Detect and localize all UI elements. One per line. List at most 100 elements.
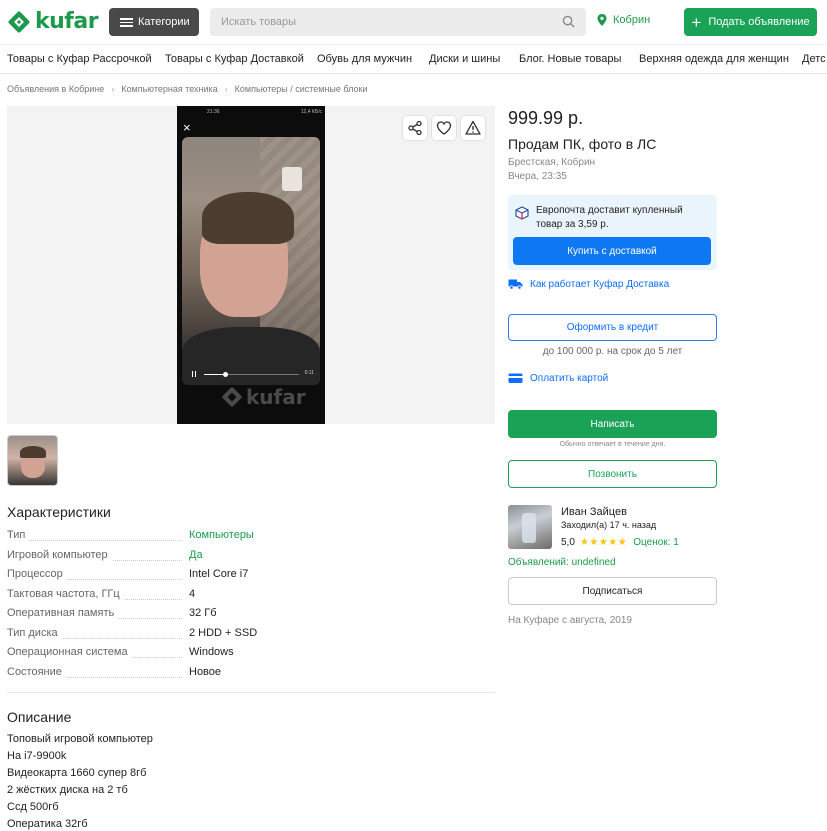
buy-with-delivery-button[interactable]: Купить с доставкой	[513, 237, 711, 265]
spec-value: 32 Гб	[189, 607, 217, 619]
menu-icon	[120, 17, 133, 27]
search-placeholder: Искать товары	[221, 16, 297, 28]
description-line: Топовый игровой компьютер	[7, 733, 153, 745]
description-line: Ссд 500гб	[7, 801, 59, 813]
star-icons: ★★★★★	[579, 537, 628, 548]
spec-value[interactable]: Компьютеры	[189, 529, 254, 541]
delivery-box: Европочта доставит купленный товар за 3,…	[508, 195, 717, 270]
search-icon[interactable]	[562, 15, 575, 28]
photo-thumbnail[interactable]	[7, 435, 58, 486]
header: kufar Категории Искать товары Кобрин + П…	[0, 0, 827, 44]
spec-value: Windows	[189, 646, 234, 658]
spec-row: Тип Компьютеры	[7, 527, 307, 547]
spec-value[interactable]: Да	[189, 549, 203, 561]
seller-name[interactable]: Иван Зайцев	[561, 506, 627, 518]
spec-name: Оперативная память	[7, 607, 119, 619]
search-input[interactable]: Искать товары	[210, 8, 586, 36]
seller-since: На Куфаре с августа, 2019	[508, 615, 632, 626]
spec-row: Игровой компьютер Да	[7, 547, 307, 567]
seekbar-fill	[204, 374, 225, 375]
description-title: Описание	[7, 709, 72, 725]
listing-region: Брестская, Кобрин	[508, 157, 596, 168]
spec-value: 2 HDD + SSD	[189, 626, 258, 639]
description-line: Оператика 32гб	[7, 818, 88, 830]
location-selector[interactable]: Кобрин	[597, 14, 650, 26]
credit-button[interactable]: Оформить в кредит	[508, 314, 717, 341]
spec-name: Тип	[7, 529, 30, 541]
category-link[interactable]: Товары с Куфар Рассрочкой	[7, 53, 152, 65]
spec-row: Процессор Intel Core i7	[7, 566, 307, 586]
how-delivery-label: Как работает Куфар Доставка	[530, 278, 670, 290]
how-delivery-link[interactable]: Как работает Куфар Доставка	[508, 278, 669, 290]
gallery-actions	[403, 116, 485, 140]
category-link[interactable]: Детс	[802, 53, 826, 65]
video-frame	[182, 137, 320, 385]
spec-name: Тип диска	[7, 626, 62, 639]
chevron-right-icon: ›	[224, 84, 228, 94]
category-link[interactable]: Диски и шины	[429, 53, 500, 65]
credit-note: до 100 000 р. на срок до 5 лет	[542, 346, 683, 357]
breadcrumb-item[interactable]: Компьютеры / системные блоки	[235, 84, 368, 94]
seller-rating: 5,0 ★★★★★ Оценок: 1	[561, 537, 679, 548]
breadcrumb-item[interactable]: Объявления в Кобрине	[7, 84, 104, 94]
status-network: 12,4 КБ/с	[300, 109, 322, 115]
post-ad-button[interactable]: + Подать объявление	[684, 8, 817, 36]
favorite-button[interactable]	[432, 116, 456, 140]
seller-last-seen: Заходил(а) 17 ч. назад	[561, 520, 657, 530]
reviews-link[interactable]: Оценок: 1	[633, 537, 679, 548]
spec-name: Операционная система	[7, 646, 132, 658]
video-controls: 0:11	[192, 369, 314, 379]
plus-icon: +	[691, 12, 702, 32]
spec-row: Тип диска 2 HDD + SSD	[7, 625, 307, 645]
seller-avatar[interactable]	[508, 505, 552, 549]
price: 999.99 р.	[508, 108, 584, 128]
kufar-logo-icon	[8, 11, 30, 32]
status-time: 21:36	[207, 109, 220, 115]
category-link[interactable]: Обувь для мужчин	[317, 53, 412, 65]
call-button[interactable]: Позвонить	[508, 460, 717, 488]
report-button[interactable]	[461, 116, 485, 140]
subscribe-button[interactable]: Подписаться	[508, 577, 717, 605]
warning-icon	[465, 120, 481, 135]
description-text: Топовый игровой компьютер На i7-9900k Виде…	[7, 731, 487, 831]
watermark-text: kufar	[246, 385, 306, 409]
category-link[interactable]: Товары с Куфар Доставкой	[165, 53, 304, 65]
category-strip: Товары с Куфар Рассрочкой Товары с Куфар…	[0, 44, 827, 74]
truck-icon	[508, 279, 523, 290]
photo-gallery[interactable]: 21:36 12,4 КБ/с × 0:11 kufar	[7, 106, 495, 424]
write-message-button[interactable]: Написать	[508, 410, 717, 438]
location-label: Кобрин	[613, 14, 651, 26]
share-button[interactable]	[403, 116, 427, 140]
main-photo[interactable]: 21:36 12,4 КБ/с × 0:11 kufar	[177, 106, 325, 424]
categories-button[interactable]: Категории	[109, 8, 199, 36]
category-link[interactable]: Верхняя одежда для женщин	[639, 53, 789, 65]
card-icon	[508, 373, 523, 383]
logo-text: kufar	[35, 9, 99, 34]
close-icon: ×	[183, 120, 191, 135]
spec-row: Состояние Новое	[7, 664, 307, 684]
description-line: 2 жёстких диска на 2 тб	[7, 784, 128, 796]
seekbar-handle	[222, 372, 228, 377]
europost-icon	[515, 206, 529, 220]
spec-value: 4	[189, 587, 196, 600]
pause-icon	[192, 371, 196, 377]
post-ad-label: Подать объявление	[708, 16, 810, 28]
video-seekbar	[204, 372, 299, 377]
hair	[202, 192, 294, 244]
pay-card-link[interactable]: Оплатить картой	[508, 372, 608, 384]
kufar-logo[interactable]: kufar	[7, 9, 99, 34]
spec-name: Процессор	[7, 568, 67, 580]
watermark: kufar	[221, 385, 306, 409]
location-pin-icon	[597, 14, 607, 26]
breadcrumb-item[interactable]: Компьютерная техника	[121, 84, 217, 94]
rating-value: 5,0	[561, 537, 575, 548]
share-icon	[408, 120, 422, 136]
listing-title: Продам ПК, фото в ЛС	[508, 136, 657, 152]
description-line: На i7-9900k	[7, 750, 67, 762]
europost-text: Европочта доставит купленный товар за 3,…	[536, 205, 683, 230]
seller-ads-count[interactable]: Объявлений: undefined	[508, 557, 616, 568]
spec-value: Intel Core i7	[189, 568, 249, 580]
wall-switch	[282, 167, 302, 191]
spec-row: Оперативная память 32 Гб	[7, 605, 307, 625]
category-link[interactable]: Блог. Новые товары	[519, 53, 621, 65]
